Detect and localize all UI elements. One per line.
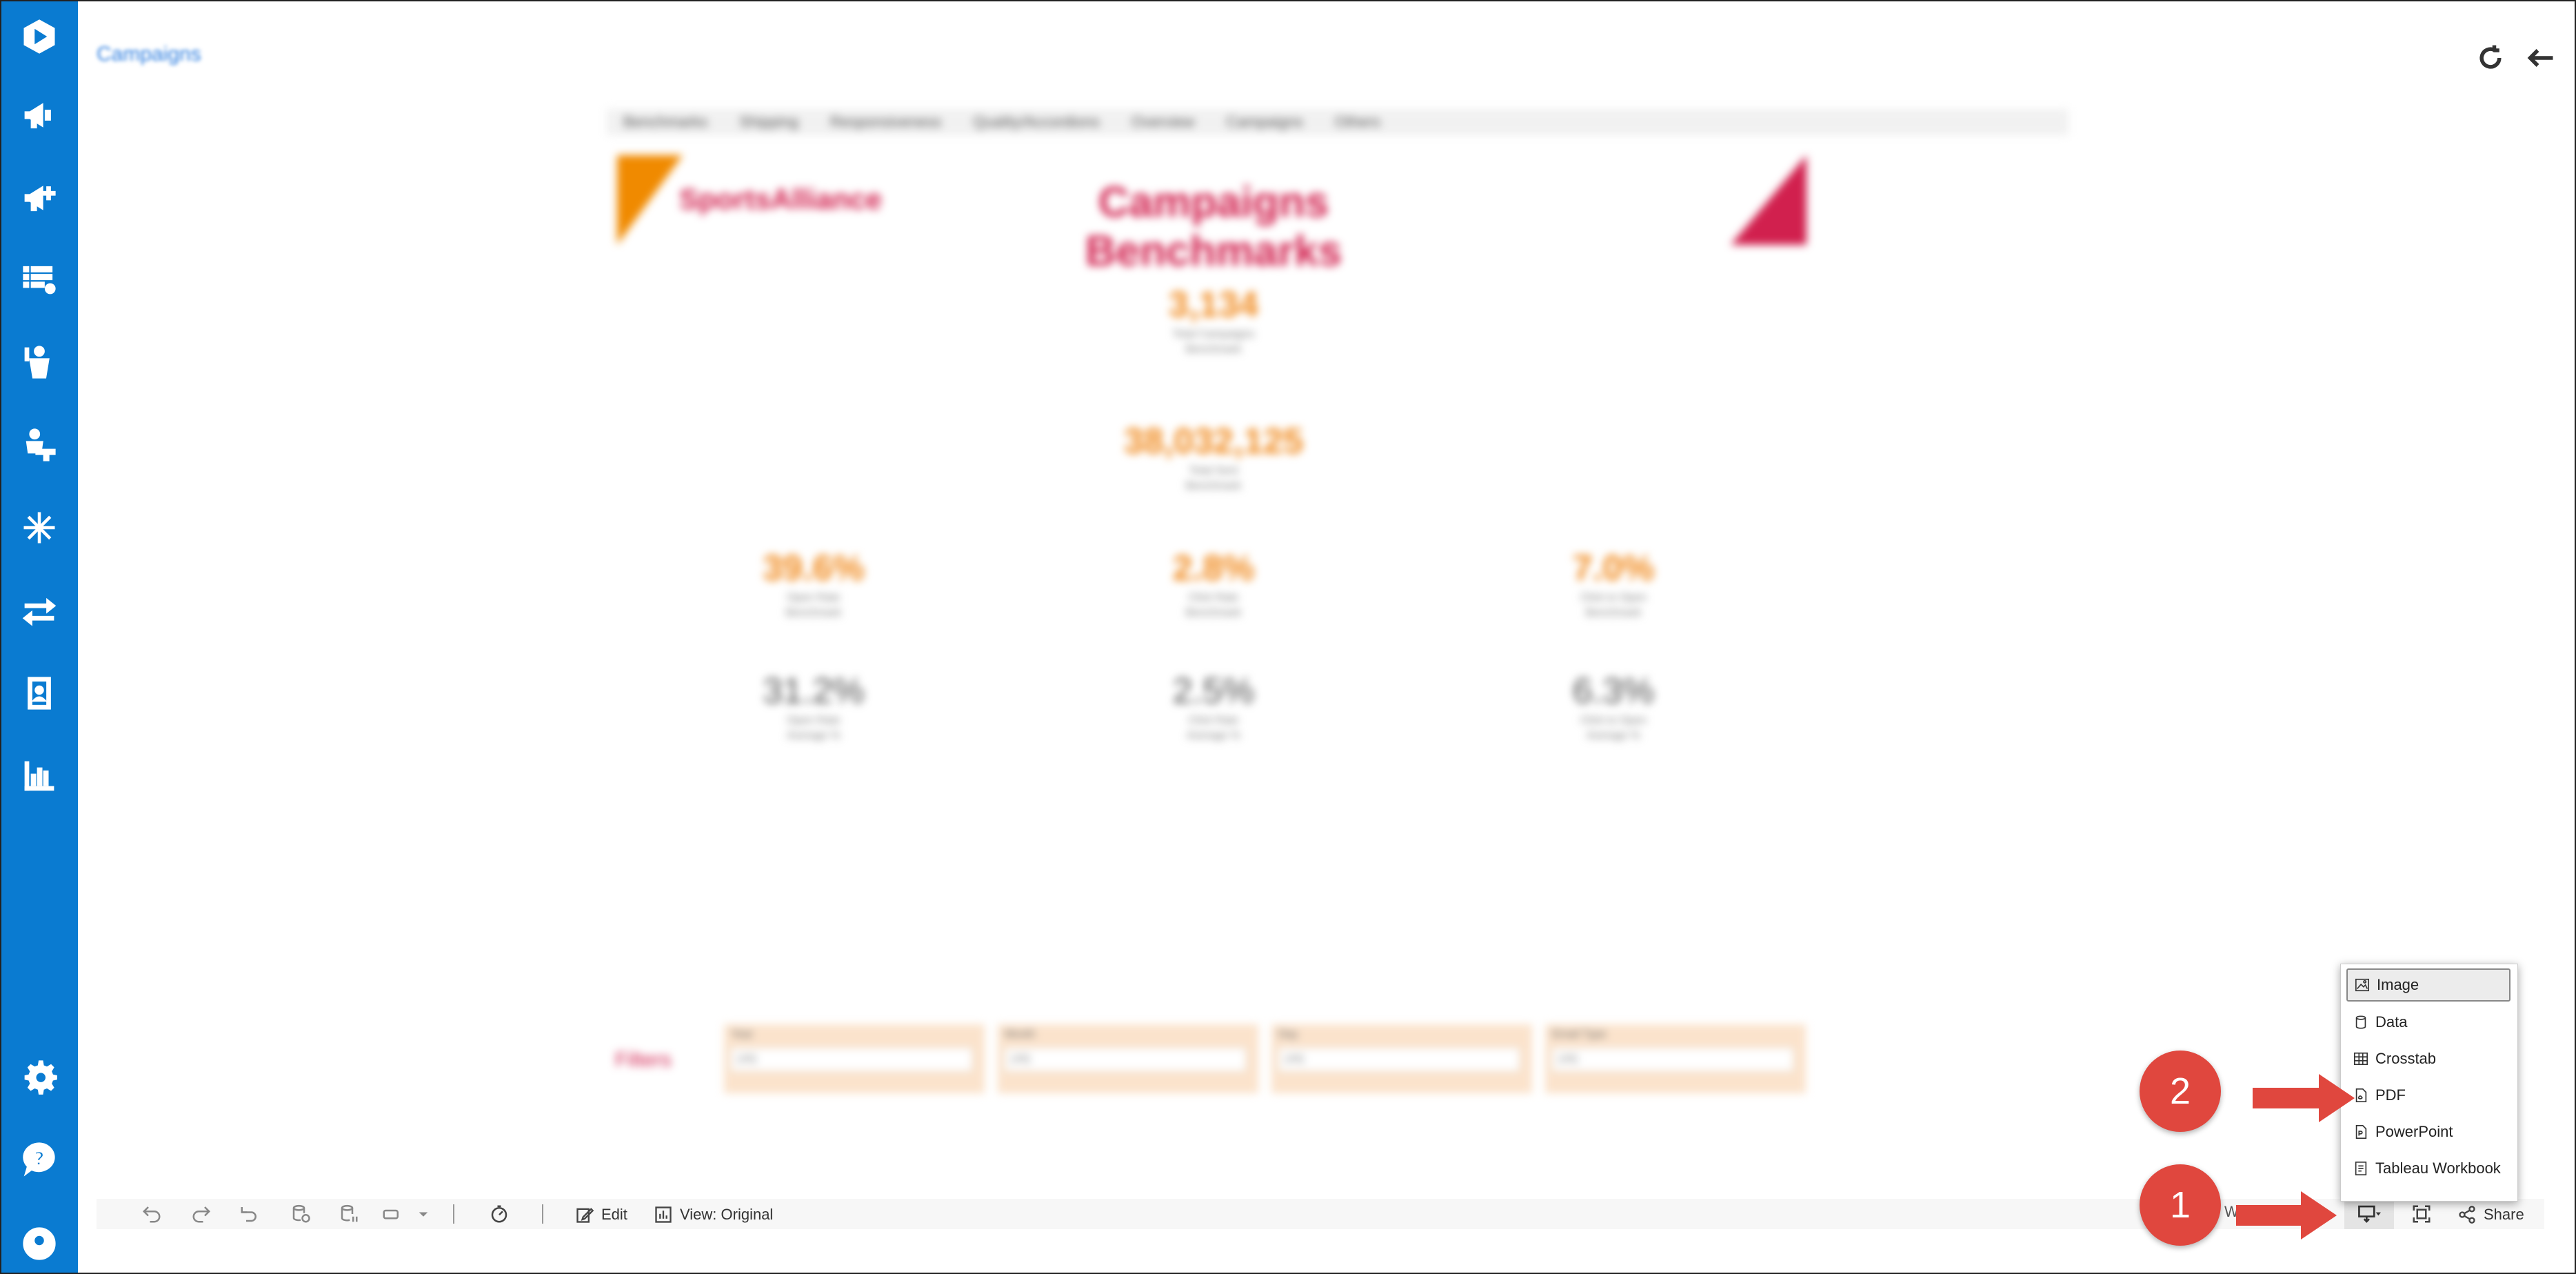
pdf-icon: [2355, 1088, 2367, 1102]
share-label: Share: [2484, 1206, 2524, 1223]
fullscreen-icon[interactable]: [2411, 1203, 2433, 1225]
download-menu: Image Data Crosstab PDF PowerPoint Table…: [2340, 964, 2518, 1202]
edit-icon: [576, 1208, 594, 1223]
undo-icon[interactable]: [141, 1203, 163, 1225]
megaphone-plus-icon[interactable]: [17, 175, 62, 221]
bar-chart-icon[interactable]: [17, 753, 62, 799]
download-powerpoint-option[interactable]: PowerPoint: [2346, 1115, 2510, 1148]
database-icon: [2355, 1015, 2366, 1029]
share-icon: [2459, 1206, 2475, 1224]
download-workbook-option[interactable]: Tableau Workbook: [2346, 1152, 2510, 1185]
download-icon: [2358, 1205, 2381, 1223]
step-1-marker: 1: [2140, 1164, 2221, 1246]
sidebar: ?: [1, 1, 78, 1273]
person-desk-icon[interactable]: [17, 422, 62, 468]
download-image-option[interactable]: Image: [2346, 968, 2510, 1002]
svg-text:?: ?: [34, 1148, 45, 1170]
help-icon[interactable]: ?: [17, 1136, 62, 1182]
user-icon[interactable]: [17, 1221, 62, 1266]
workbook-icon: [2355, 1162, 2367, 1175]
download-button[interactable]: [2344, 1199, 2394, 1229]
refresh-data-icon[interactable]: [290, 1203, 312, 1225]
edit-button[interactable]: Edit: [575, 1203, 627, 1226]
performance-icon[interactable]: [488, 1203, 510, 1225]
back-arrow-icon[interactable]: [2521, 37, 2562, 79]
revert-icon[interactable]: [239, 1203, 261, 1225]
replay-animation-icon[interactable]: [381, 1203, 403, 1225]
toolbar-divider: [542, 1204, 543, 1224]
person-raise-icon[interactable]: [17, 339, 62, 385]
logo-icon[interactable]: [17, 14, 62, 59]
step-2-arrow: [2253, 1074, 2355, 1126]
replay-dropdown-icon[interactable]: [412, 1203, 434, 1225]
view-original-button[interactable]: View: Original: [654, 1203, 773, 1226]
edit-label: Edit: [601, 1206, 627, 1223]
view-icon: [655, 1206, 672, 1223]
share-button[interactable]: Share: [2457, 1203, 2524, 1226]
grid-icon: [2354, 1052, 2368, 1066]
download-pdf-option[interactable]: PDF: [2346, 1079, 2510, 1112]
step-2-marker: 2: [2140, 1051, 2221, 1132]
view-label: View: Original: [680, 1206, 774, 1223]
pause-updates-icon[interactable]: [338, 1203, 360, 1225]
redo-icon[interactable]: [190, 1203, 212, 1225]
contact-card-icon[interactable]: [17, 670, 62, 716]
download-crosstab-option[interactable]: Crosstab: [2346, 1042, 2510, 1075]
transfer-arrows-icon[interactable]: [17, 588, 62, 633]
breadcrumb[interactable]: Campaigns: [97, 43, 201, 66]
refresh-icon[interactable]: [2470, 37, 2511, 79]
powerpoint-icon: [2355, 1125, 2367, 1139]
toolbar-divider: [453, 1204, 454, 1224]
step-1-arrow: [2236, 1191, 2337, 1243]
list-settings-icon[interactable]: [17, 257, 62, 302]
image-icon: [2355, 978, 2369, 992]
settings-icon[interactable]: [17, 1054, 62, 1099]
snowflake-icon[interactable]: [17, 505, 62, 550]
megaphone-icon[interactable]: [17, 92, 62, 138]
download-data-option[interactable]: Data: [2346, 1006, 2510, 1039]
